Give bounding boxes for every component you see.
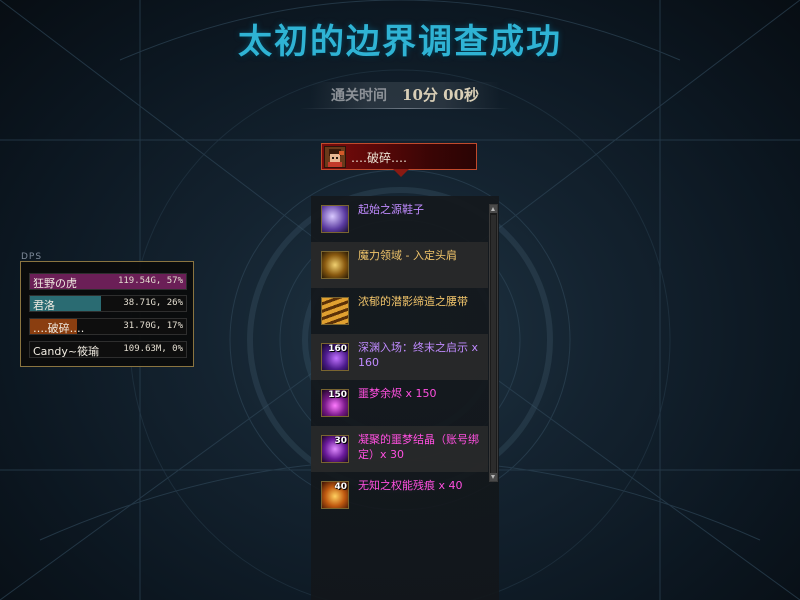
dps-row: 君洛 38.71G, 26% (29, 295, 187, 312)
player-name: ‥‥破碎‥‥ (351, 151, 408, 165)
dps-row: ‥‥破碎‥‥ 31.70G, 17% (29, 318, 187, 335)
nightmare-ember-icon: 150 (321, 389, 349, 417)
reward-item-name: 深渊入场：终末之启示 x 160 (358, 341, 479, 369)
power-remnant-icon: 40 (321, 481, 349, 509)
boots-icon (321, 205, 349, 233)
reward-item-name: 噩梦余烬 x 150 (358, 387, 437, 400)
belt-icon (321, 297, 349, 325)
dps-value: 38.71G, 26% (123, 298, 183, 308)
dps-row: 狂野の虎 119.54G, 57% (29, 273, 187, 290)
clear-time-bar: 通关时间 10分 00秒 (310, 82, 500, 108)
clear-time-value: 10分 00秒 (402, 86, 480, 104)
reward-item-name: 魔力领域 - 入定头肩 (358, 249, 457, 262)
dps-row: Candy~筱瑜 109.63M, 0% (29, 341, 187, 358)
reward-item[interactable]: 魔力领域 - 入定头肩 (311, 242, 488, 288)
reward-item-name: 起始之源鞋子 (358, 203, 424, 216)
reward-list[interactable]: 起始之源鞋子 魔力领域 - 入定头肩 浓郁的潜影缔造之腰带 160 深渊入场：终… (311, 196, 499, 600)
dps-player-name: 君洛 (33, 299, 55, 312)
dps-meter-panel: 狂野の虎 119.54G, 57% 君洛 38.71G, 26% ‥‥破碎‥‥ … (20, 261, 194, 367)
shoulder-armor-icon (321, 251, 349, 279)
dps-value: 119.54G, 57% (117, 276, 183, 286)
reward-item-name: 无知之权能残痕 x 40 (358, 479, 463, 492)
dps-value: 109.63M, 0% (123, 344, 183, 354)
reward-item[interactable]: 起始之源鞋子 (311, 196, 488, 242)
reward-item[interactable]: 40 无知之权能残痕 x 40 (311, 472, 488, 518)
dps-player-name: Candy~筱瑜 (33, 345, 100, 358)
reward-item-name: 凝聚的噩梦结晶（账号绑定）x 30 (358, 433, 479, 461)
reward-item[interactable]: 160 深渊入场：终末之启示 x 160 (311, 334, 488, 380)
dps-player-name: 狂野の虎 (33, 277, 77, 290)
divider (300, 108, 510, 109)
reward-item[interactable]: 浓郁的潜影缔造之腰带 (311, 288, 488, 334)
reward-item[interactable]: 150 噩梦余烬 x 150 (311, 380, 488, 426)
abyss-ticket-icon: 160 (321, 343, 349, 371)
dps-value: 31.70G, 17% (123, 321, 183, 331)
dungeon-clear-title: 太初的边界调查成功 (238, 22, 562, 62)
dps-player-name: ‥‥破碎‥‥ (33, 322, 85, 335)
character-portrait-icon (324, 146, 346, 168)
reward-item-name: 浓郁的潜影缔造之腰带 (358, 295, 468, 308)
reward-list-scrollbar[interactable] (489, 204, 498, 482)
nightmare-crystal-icon: 30 (321, 435, 349, 463)
clear-time-label: 通关时间 (330, 88, 387, 104)
player-banner[interactable]: ‥‥破碎‥‥ (321, 143, 477, 170)
scrollbar-thumb[interactable] (491, 215, 496, 475)
reward-item[interactable]: 30 凝聚的噩梦结晶（账号绑定）x 30 (311, 426, 488, 472)
player-pointer-arrow (393, 169, 409, 177)
scroll-down-button[interactable] (490, 473, 497, 481)
scroll-up-button[interactable] (490, 205, 497, 213)
